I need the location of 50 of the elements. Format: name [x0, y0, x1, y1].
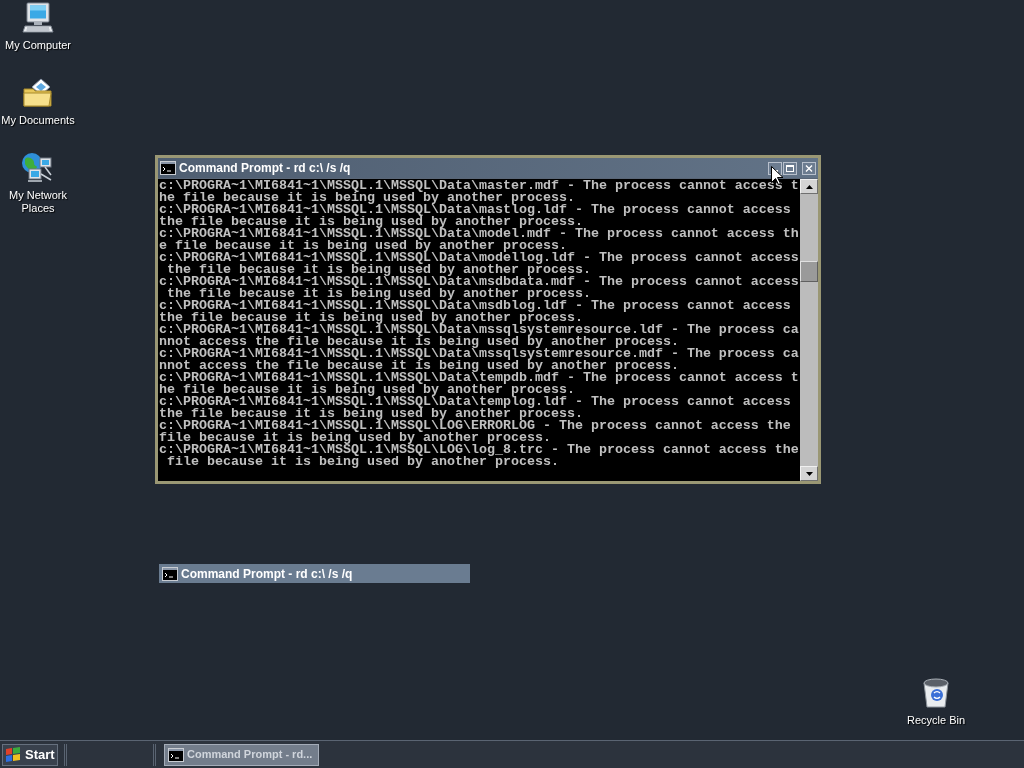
folder-icon[interactable] — [22, 77, 54, 109]
console-line: c:\PROGRA~1\MI6841~1\MSSQL.1\MSSQL\Data\templog.ldf - The process cannot access — [159, 396, 791, 408]
recycle-bin-icon[interactable] — [922, 677, 950, 709]
console-line: he file because it is being used by another process. — [159, 384, 575, 396]
console-line: c:\PROGRA~1\MI6841~1\MSSQL.1\MSSQL\Data\msdblog.ldf - The process cannot access — [159, 300, 791, 312]
console-line: c:\PROGRA~1\MI6841~1\MSSQL.1\MSSQL\Data\model.mdf - The process cannot access th — [159, 228, 799, 240]
maximize-icon — [786, 164, 794, 172]
desktop-icon-label[interactable]: My Computer — [5, 39, 71, 52]
start-button[interactable]: Start — [2, 743, 58, 766]
computer-icon[interactable] — [22, 2, 54, 34]
console-line: c:\PROGRA~1\MI6841~1\MSSQL.1\MSSQL\Data\mssqlsystemresource.ldf - The process ca — [159, 324, 799, 336]
console-line: c:\PROGRA~1\MI6841~1\MSSQL.1\MSSQL\Data\modellog.ldf - The process cannot access — [159, 252, 799, 264]
console-line: the file because it is being used by another process. — [167, 288, 591, 300]
scrollbar[interactable] — [800, 179, 818, 481]
console-line: e file because it is being used by another process. — [159, 240, 567, 252]
scroll-thumb[interactable] — [800, 261, 818, 282]
up-arrow-icon — [805, 184, 813, 189]
console-line: file because it is being used by another process. — [167, 456, 559, 468]
close-icon — [805, 164, 813, 172]
console-line: c:\PROGRA~1\MI6841~1\MSSQL.1\MSSQL\Data\tempdb.mdf - The process cannot access t — [159, 372, 799, 384]
console-line: file because it is being used by another process. — [159, 432, 551, 444]
console-line: the file because it is being used by another process. — [159, 216, 583, 228]
minimized-window-title-bar[interactable]: Command Prompt - rd c:\ /s /q — [159, 564, 470, 583]
minimized-window-title: Command Prompt - rd c:\ /s /q — [181, 565, 353, 583]
console-line: c:\PROGRA~1\MI6841~1\MSSQL.1\MSSQL\Data\master.mdf - The process cannot access t — [159, 180, 799, 192]
console-line: c:\PROGRA~1\MI6841~1\MSSQL.1\MSSQL\Data\msdbdata.mdf - The process cannot access — [159, 276, 799, 288]
desktop-icon-label[interactable]: My Network Places — [0, 189, 76, 215]
down-arrow-icon — [805, 471, 813, 476]
console-line: the file because it is being used by another process. — [167, 264, 591, 276]
network-globe-icon[interactable] — [21, 152, 55, 184]
console-line: the file because it is being used by another process. — [159, 312, 583, 324]
close-button[interactable] — [802, 161, 816, 175]
console-line: c:\PROGRA~1\MI6841~1\MSSQL.1\MSSQL\LOG\log_8.trc - The process cannot access the — [159, 444, 799, 456]
console-line: c:\PROGRA~1\MI6841~1\MSSQL.1\MSSQL\Data\mssqlsystemresource.mdf - The process ca — [159, 348, 799, 360]
console-icon — [162, 566, 178, 581]
console-line: c:\PROGRA~1\MI6841~1\MSSQL.1\MSSQL\LOG\ERRORLOG - The process cannot access the — [159, 420, 791, 432]
console-line: c:\PROGRA~1\MI6841~1\MSSQL.1\MSSQL\Data\mastlog.ldf - The process cannot access — [159, 204, 791, 216]
console-icon — [160, 161, 176, 175]
console-line: nnot access the file because it is being used by another process. — [159, 336, 679, 348]
console-line: the file because it is being used by another process. — [159, 408, 583, 420]
scroll-down-button[interactable] — [800, 466, 818, 481]
console-line: he file because it is being used by another process. — [159, 192, 575, 204]
maximize-button[interactable] — [783, 161, 797, 175]
desktop-icon-label[interactable]: My Documents — [1, 114, 75, 127]
desktop-icon-label[interactable]: Recycle Bin — [906, 714, 966, 727]
console-icon — [168, 747, 184, 762]
scroll-up-button[interactable] — [800, 179, 818, 194]
flag-logo-icon — [5, 745, 23, 764]
window-title: Command Prompt - rd c:\ /s /q — [179, 160, 351, 177]
console-line: nnot access the file because it is being used by another process. — [159, 360, 679, 372]
